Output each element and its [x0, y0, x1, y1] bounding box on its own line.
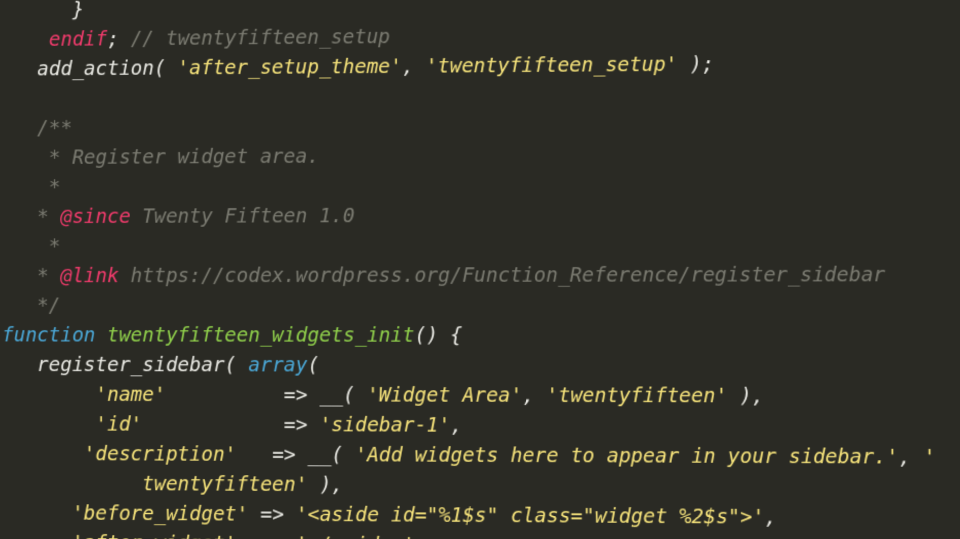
- code-line: function twentyfifteen_widgets_init() {: [2, 324, 462, 347]
- blank-line: [2, 88, 14, 110]
- docblock-line: * @link https://codex.wordpress.org/Func…: [2, 264, 885, 288]
- code-line: twentyfifteen' ),: [2, 472, 343, 496]
- code-line: 'description' => __( 'Add widgets here t…: [2, 442, 936, 468]
- docblock-line: */: [2, 294, 60, 316]
- docblock-line: * Register widget area.: [2, 145, 319, 169]
- code-line: register_sidebar( array(: [2, 354, 319, 377]
- docblock-line: *: [2, 235, 60, 258]
- code-line: 'before_widget' => '<aside id="%1$s" cla…: [2, 502, 777, 529]
- code-line: 'name' => __( 'Widget Area', 'twentyfift…: [2, 383, 764, 407]
- code-line: 'after_widget' => '</aside>',: [2, 531, 427, 539]
- code-line: endif; // twentyfifteen_setup: [2, 26, 390, 52]
- code-line: 'id' => 'sidebar-1',: [2, 413, 463, 437]
- code-editor[interactable]: } endif; // twentyfifteen_setup add_acti…: [0, 0, 960, 539]
- code-line: add_action( 'after_setup_theme', 'twenty…: [2, 53, 714, 81]
- docblock-line: /**: [2, 117, 72, 140]
- docblock-line: * @since Twenty Fifteen 1.0: [2, 205, 355, 229]
- docblock-line: *: [2, 176, 60, 199]
- code-line: }: [2, 0, 84, 22]
